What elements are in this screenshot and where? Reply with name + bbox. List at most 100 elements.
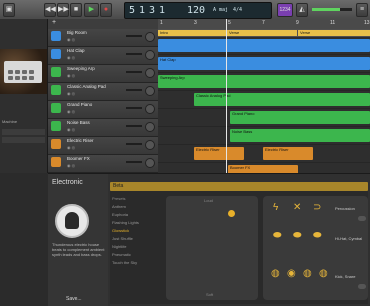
preset-item[interactable]: Just Shuffle xyxy=(112,236,160,244)
notes-icon[interactable]: ≡ xyxy=(356,3,368,17)
track-header[interactable]: Big Room ◉ ◎ xyxy=(48,29,158,47)
mute-solo-icons[interactable]: ◉ ◎ xyxy=(67,37,75,42)
track-header[interactable]: Hat Clap ◉ ◎ xyxy=(48,47,158,65)
track-lane[interactable]: Electric Riser Electric Riser xyxy=(158,145,370,163)
snare-icon[interactable]: ◍ xyxy=(303,268,312,279)
metronome-icon[interactable]: ◭ xyxy=(296,3,308,17)
library-row[interactable] xyxy=(2,129,45,135)
arrange-area[interactable]: 1 3 5 7 9 11 13 Intro Verse Verse Hat Clap Swee… xyxy=(158,19,370,173)
track-volume-slider[interactable] xyxy=(126,71,142,73)
track-volume-slider[interactable] xyxy=(126,143,142,145)
region[interactable] xyxy=(158,39,370,52)
pan-knob[interactable] xyxy=(145,140,155,150)
region[interactable]: Hat Clap xyxy=(158,57,370,70)
play-button[interactable]: ▶ xyxy=(84,3,99,17)
cymbal-icon[interactable]: ⬬ xyxy=(293,230,302,241)
track-volume-slider[interactable] xyxy=(126,89,142,91)
track-lane[interactable] xyxy=(158,37,370,55)
lcd-bpm: 120 xyxy=(187,5,206,16)
track-header[interactable]: Classic Analog Pad ◉ ◎ xyxy=(48,83,158,101)
region[interactable]: Boomer FX xyxy=(228,165,298,173)
xy-puck[interactable] xyxy=(228,210,235,217)
shaker-icon[interactable]: ⊃ xyxy=(313,202,321,213)
ruler-mark: 3 xyxy=(194,20,197,26)
track-lane[interactable]: Sweeping Arp xyxy=(158,73,370,91)
preset-item[interactable]: Anthem xyxy=(112,204,160,212)
lcd-display[interactable]: 5 1 3 1 120 A maj 4/4 xyxy=(124,2,272,19)
playhead[interactable] xyxy=(226,19,227,173)
section-verse[interactable]: Verse xyxy=(227,30,297,36)
track-instrument-icon xyxy=(51,49,61,59)
section-verse-2[interactable]: Verse xyxy=(298,30,370,36)
pan-knob[interactable] xyxy=(145,50,155,60)
percussion-toggle[interactable] xyxy=(358,216,366,221)
region[interactable]: Sweeping Arp xyxy=(158,75,370,88)
track-header[interactable]: Electric Riser ◉ ◎ xyxy=(48,137,158,155)
pan-knob[interactable] xyxy=(145,86,155,96)
tom-icon[interactable]: ◍ xyxy=(271,268,280,279)
clap-icon[interactable]: ϟ xyxy=(273,202,278,213)
stop-button[interactable]: ■ xyxy=(70,3,82,17)
library-row[interactable] xyxy=(2,137,45,143)
track-volume-slider[interactable] xyxy=(126,107,142,109)
track-volume-slider[interactable] xyxy=(126,35,142,37)
pan-knob[interactable] xyxy=(145,32,155,42)
track-lane[interactable]: Noise Bass xyxy=(158,127,370,145)
preset-item[interactable]: Euphoria xyxy=(112,212,160,220)
preset-item[interactable]: Glowstick xyxy=(112,228,160,236)
mute-solo-icons[interactable]: ◉ ◎ xyxy=(67,73,75,78)
track-lane[interactable]: Boomer FX xyxy=(158,163,370,173)
library-button[interactable]: ▣ xyxy=(3,3,15,17)
track-volume-slider[interactable] xyxy=(126,125,142,127)
track-header[interactable]: Boomer FX ◉ ◎ xyxy=(48,155,158,173)
add-track-icon[interactable]: + xyxy=(52,19,56,26)
preset-item[interactable]: Touch the Sky xyxy=(112,260,160,268)
track-name: Grand Piano xyxy=(67,102,93,107)
percussion-label: Percussion xyxy=(335,206,355,211)
kick-toggle[interactable] xyxy=(358,284,366,289)
mute-solo-icons[interactable]: ◉ ◎ xyxy=(67,127,75,132)
preset-item[interactable]: Nightlife xyxy=(112,244,160,252)
xy-pad[interactable]: Loud Soft xyxy=(166,196,258,300)
sticks-icon[interactable]: ✕ xyxy=(293,202,301,213)
region[interactable]: Classic Analog Pad xyxy=(194,93,370,106)
track-header[interactable]: Grand Piano ◉ ◎ xyxy=(48,101,158,119)
forward-button[interactable]: ▶▶ xyxy=(57,3,69,17)
track-header[interactable]: Noise Bass ◉ ◎ xyxy=(48,119,158,137)
pan-knob[interactable] xyxy=(145,158,155,168)
record-button[interactable]: ● xyxy=(100,3,112,17)
region[interactable]: Noise Bass xyxy=(230,129,370,142)
region[interactable]: Electric Riser xyxy=(194,147,244,160)
preset-item[interactable]: Pneumatic xyxy=(112,252,160,260)
arrangement-track: Intro Verse Verse xyxy=(158,29,370,37)
track-lane[interactable]: Hat Clap xyxy=(158,55,370,73)
pan-knob[interactable] xyxy=(145,104,155,114)
mute-solo-icons[interactable]: ◉ ◎ xyxy=(67,91,75,96)
track-lane[interactable]: Classic Analog Pad xyxy=(158,91,370,109)
region[interactable]: Grand Piano xyxy=(230,111,370,124)
track-lane[interactable]: Grand Piano xyxy=(158,109,370,127)
rewind-button[interactable]: ◀◀ xyxy=(44,3,56,17)
track-header[interactable]: Sweeping Arp ◉ ◎ xyxy=(48,65,158,83)
toolbar: ▣ ◀◀ ▶▶ ■ ▶ ● 5 1 3 1 120 A maj 4/4 1234… xyxy=(0,0,370,20)
mute-solo-icons[interactable]: ◉ ◎ xyxy=(67,109,75,114)
pan-knob[interactable] xyxy=(145,122,155,132)
hihat-icon[interactable]: ⬬ xyxy=(273,230,282,241)
preset-item[interactable]: Flashing Lights xyxy=(112,220,160,228)
ride-icon[interactable]: ⬬ xyxy=(313,230,322,241)
mute-solo-icons[interactable]: ◉ ◎ xyxy=(67,145,75,150)
track-instrument-icon xyxy=(51,31,61,41)
region[interactable]: Electric Riser xyxy=(263,147,313,160)
mute-solo-icons[interactable]: ◉ ◎ xyxy=(67,55,75,60)
section-intro[interactable]: Intro xyxy=(158,30,226,36)
tom2-icon[interactable]: ◍ xyxy=(319,268,328,279)
kick-icon[interactable]: ◉ xyxy=(287,268,296,279)
mute-solo-icons[interactable]: ◉ ◎ xyxy=(67,163,75,168)
save-button[interactable]: Save... xyxy=(66,296,82,302)
track-volume-slider[interactable] xyxy=(126,53,142,55)
pan-knob[interactable] xyxy=(145,68,155,78)
library-item[interactable]: Machine xyxy=(2,119,17,124)
count-in-badge[interactable]: 1234 xyxy=(277,3,293,17)
master-volume-slider[interactable] xyxy=(312,8,352,11)
track-volume-slider[interactable] xyxy=(126,161,142,163)
